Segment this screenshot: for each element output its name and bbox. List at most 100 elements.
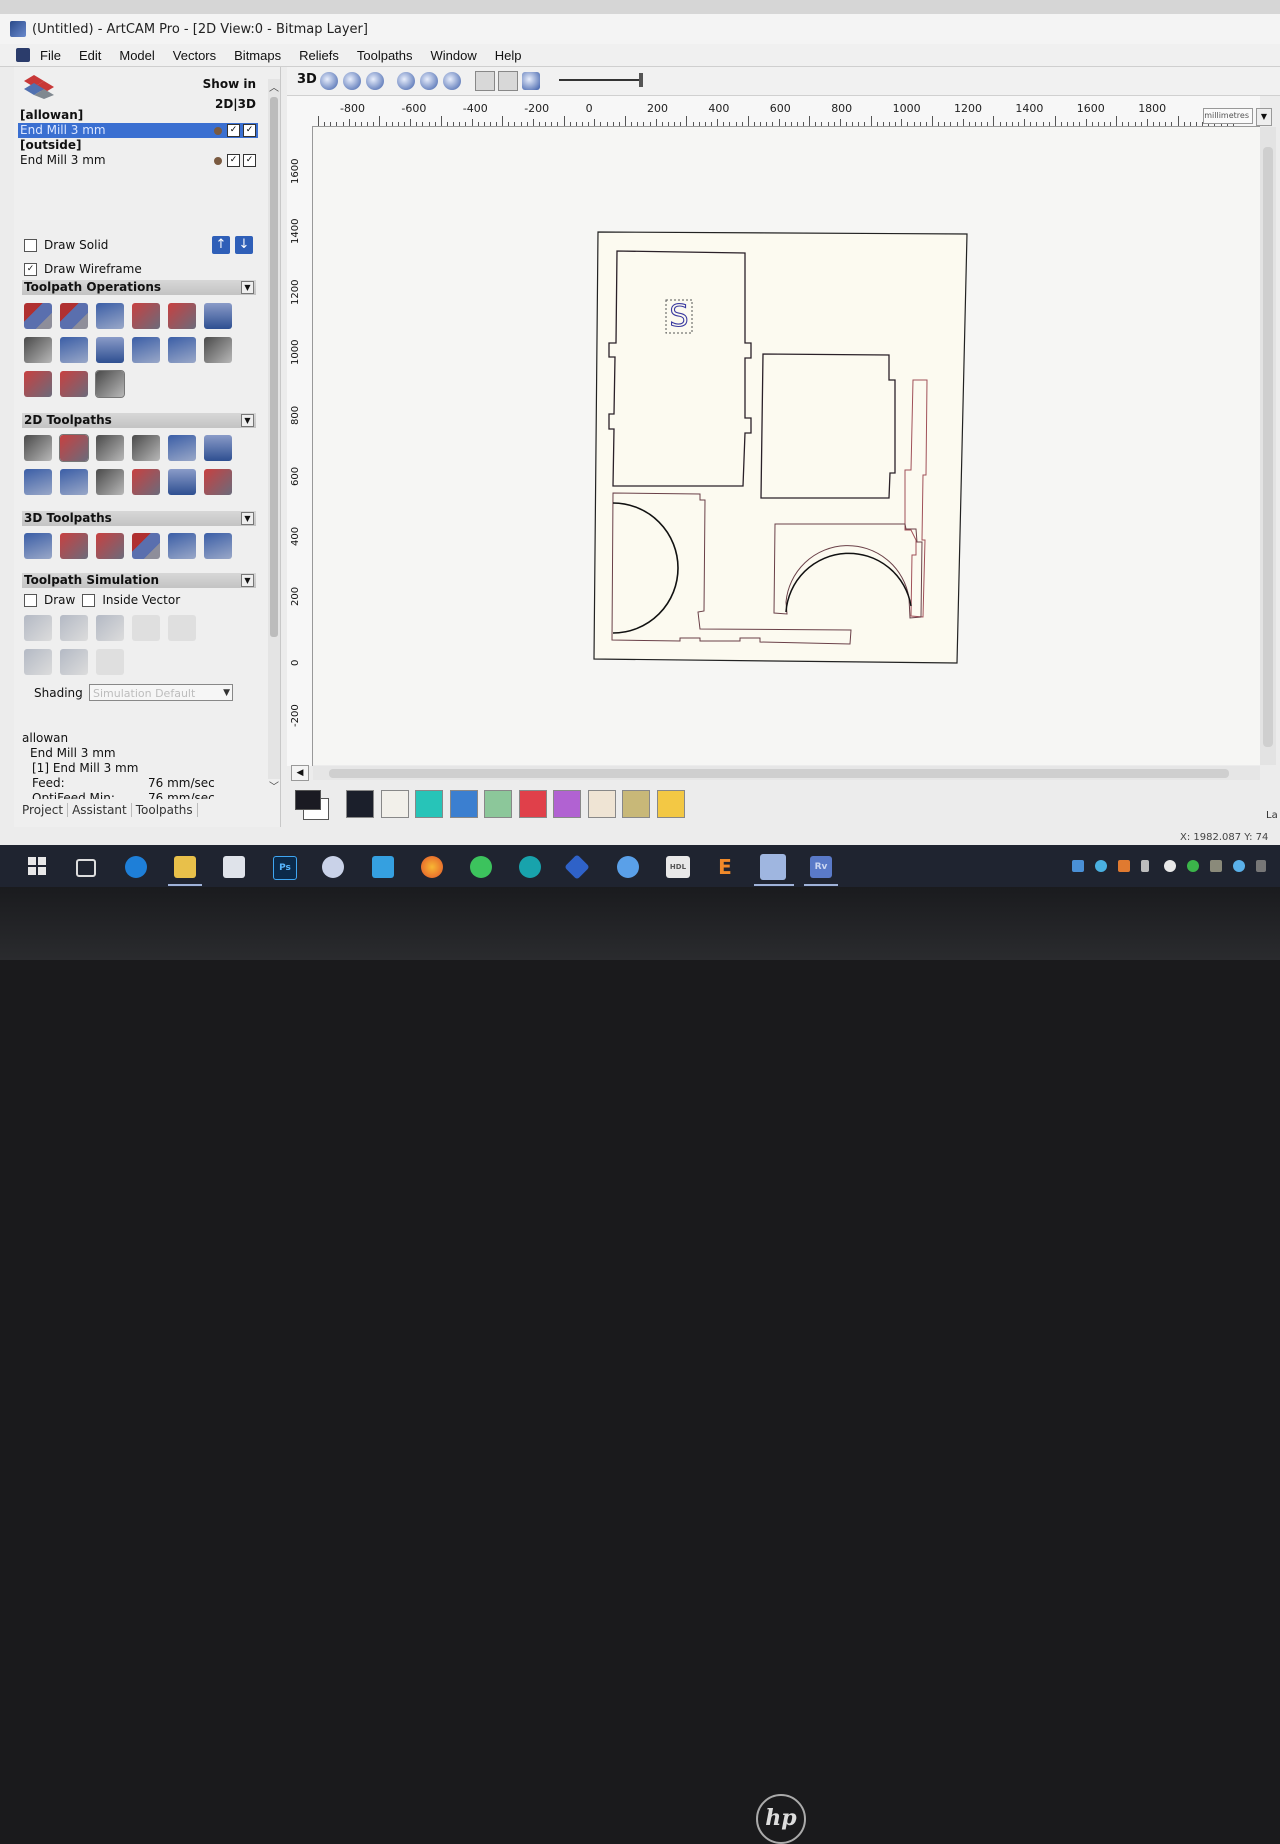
contrast-slider-track[interactable]	[559, 79, 639, 81]
transform-toolpath-icon[interactable]	[168, 303, 196, 329]
colour-swatch[interactable]	[588, 790, 616, 818]
toolpath-editor-icon[interactable]	[24, 337, 52, 363]
toolpath-stack-icon[interactable]	[22, 73, 56, 99]
menu-bitmaps[interactable]: Bitmaps	[232, 48, 283, 63]
vertical-scroll-thumb[interactable]	[1263, 147, 1273, 747]
show-2d-checkbox[interactable]: ✓	[227, 154, 240, 167]
inside-vector-checkbox[interactable]	[82, 593, 96, 607]
collapse-icon[interactable]: ▼	[241, 281, 254, 294]
usb-icon[interactable]	[1141, 860, 1149, 872]
battery-icon[interactable]	[1210, 860, 1222, 872]
tool-database-icon[interactable]	[96, 337, 124, 363]
smart-engraving-icon[interactable]	[60, 469, 88, 495]
volume-icon[interactable]	[1256, 860, 1266, 872]
collapse-icon[interactable]: ▼	[241, 414, 254, 427]
colour-swatch[interactable]	[622, 790, 650, 818]
panel-scroll-thumb[interactable]	[270, 97, 278, 637]
menu-toolpaths[interactable]: Toolpaths	[355, 48, 415, 63]
document-icon[interactable]	[16, 48, 30, 62]
toolpath-simulation-header[interactable]: Toolpath Simulation ▼	[22, 573, 256, 588]
toolpaths-3d-header[interactable]: 3D Toolpaths ▼	[22, 511, 256, 526]
firefox-icon[interactable]	[421, 856, 443, 878]
revit-icon[interactable]: Rv	[810, 856, 832, 878]
profile-icon[interactable]	[24, 435, 52, 461]
block-icon[interactable]	[60, 337, 88, 363]
toolpath-template-icon[interactable]	[96, 303, 124, 329]
menu-window[interactable]: Window	[429, 48, 479, 63]
simulate-all-icon[interactable]	[96, 615, 124, 641]
rotary-wrap-icon[interactable]	[204, 337, 232, 363]
colour-swatch[interactable]	[519, 790, 547, 818]
batch-calculate-icon[interactable]	[60, 303, 88, 329]
e-app-icon[interactable]: E	[714, 856, 736, 878]
windows-start-icon[interactable]	[28, 857, 46, 875]
colour-swatch[interactable]	[484, 790, 512, 818]
store-icon[interactable]	[223, 856, 245, 878]
collapse-icon[interactable]: ▼	[241, 512, 254, 525]
scroll-left-button[interactable]: ◀	[291, 765, 309, 781]
simulate-toolpath-icon[interactable]	[24, 615, 52, 641]
show-3d-checkbox[interactable]: ✓	[243, 154, 256, 167]
photoshop-icon[interactable]: Ps	[273, 856, 297, 880]
menu-help[interactable]: Help	[493, 48, 524, 63]
simulation-colour-icon[interactable]	[24, 649, 52, 675]
merge-toolpaths-icon[interactable]	[132, 303, 160, 329]
units-dropdown-icon[interactable]: ▼	[1256, 108, 1272, 126]
colour-swatch[interactable]	[381, 790, 409, 818]
hdl-icon[interactable]: HDL	[666, 856, 690, 878]
tray-tool-icon[interactable]	[1118, 860, 1130, 872]
primary-colour[interactable]	[295, 790, 321, 810]
draw-wireframe-checkbox[interactable]: ✓	[24, 262, 37, 276]
tray-app-icon[interactable]	[1072, 860, 1084, 872]
toolpath-group-allowan[interactable]: [allowan]	[18, 108, 258, 123]
scroll-up-icon[interactable]: ︿	[269, 79, 279, 94]
show-toolpath-icon[interactable]	[475, 71, 495, 91]
app3-icon[interactable]	[617, 856, 639, 878]
arduino-icon[interactable]	[519, 856, 541, 878]
reset-simulation-icon[interactable]	[132, 615, 160, 641]
menu-reliefs[interactable]: Reliefs	[297, 48, 341, 63]
file-explorer-icon[interactable]	[174, 856, 196, 878]
toolpaths-2d-header[interactable]: 2D Toolpaths ▼	[22, 413, 256, 428]
canvas-vertical-scrollbar[interactable]	[1260, 127, 1276, 765]
drill-pattern-icon[interactable]	[60, 371, 88, 397]
feature-3d-icon[interactable]	[168, 533, 196, 559]
tab-toolpaths[interactable]: Toolpaths	[132, 803, 198, 817]
feature-machining-icon[interactable]	[204, 469, 232, 495]
zoom-previous-icon[interactable]	[443, 72, 461, 90]
toolpath-item-endmill-allowan[interactable]: End Mill 3 mm ✓ ✓	[18, 123, 258, 138]
edge-icon[interactable]	[125, 856, 147, 878]
horizontal-scroll-thumb[interactable]	[329, 769, 1229, 778]
tab-assistant[interactable]: Assistant	[68, 803, 132, 817]
inspect-3d-icon[interactable]	[204, 533, 232, 559]
panel-scrollbar[interactable]: ︿ ﹀	[268, 79, 280, 793]
machine-relief-icon[interactable]	[24, 533, 52, 559]
vbit-carving-icon[interactable]	[96, 435, 124, 461]
machine-3d-icon[interactable]	[132, 533, 160, 559]
artcam-taskbar-icon[interactable]	[760, 854, 786, 880]
toolpath-group-outside[interactable]: [outside]	[18, 138, 258, 153]
draw-wireframe-option[interactable]: ✓ Draw Wireframe	[24, 262, 142, 276]
move-up-button[interactable]: ↑	[212, 236, 230, 254]
material-setup-icon[interactable]	[132, 337, 160, 363]
paint-icon[interactable]	[322, 856, 344, 878]
show-2d-checkbox[interactable]: ✓	[227, 124, 240, 137]
save-simulation-icon[interactable]	[168, 615, 196, 641]
inlay-icon[interactable]	[24, 469, 52, 495]
draw-solid-checkbox[interactable]	[24, 238, 37, 252]
canvas-horizontal-scrollbar[interactable]	[313, 766, 1260, 780]
show-vectors-icon[interactable]	[498, 71, 518, 91]
slot-icon[interactable]	[168, 469, 196, 495]
units-field[interactable]: millimetres	[1203, 108, 1253, 124]
tray-settings-icon[interactable]	[1164, 860, 1176, 872]
engraving-icon[interactable]	[168, 435, 196, 461]
colour-swatch[interactable]	[553, 790, 581, 818]
move-down-button[interactable]: ↓	[235, 236, 253, 254]
z-level-roughing-icon[interactable]	[60, 533, 88, 559]
app2-icon[interactable]	[564, 854, 590, 880]
toolpath-item-endmill-outside[interactable]: End Mill 3 mm ✓ ✓	[18, 153, 258, 168]
draw-solid-option[interactable]: Draw Solid	[24, 238, 108, 252]
nesting-icon[interactable]	[24, 371, 52, 397]
menu-vectors[interactable]: Vectors	[171, 48, 218, 63]
tool-changer-icon[interactable]	[168, 337, 196, 363]
